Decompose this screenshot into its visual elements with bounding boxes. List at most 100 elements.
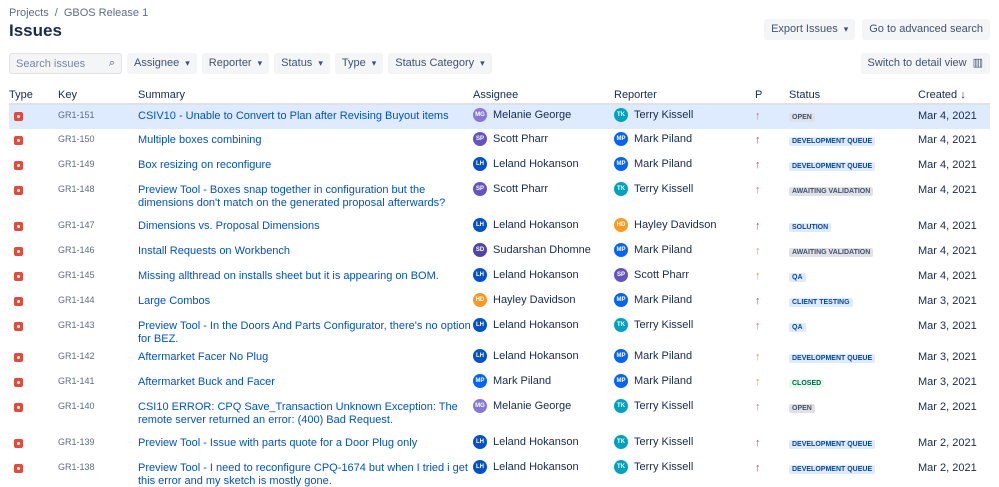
status-category-filter[interactable]: Status Category ▾ [388,53,492,74]
status-badge: DEVELOPMENT QUEUE [789,162,876,171]
status-badge: DEVELOPMENT QUEUE [789,137,876,146]
created-date: Mar 3, 2021 [918,320,977,332]
bug-icon [14,161,23,170]
issue-summary-link[interactable]: CSI10 ERROR: CPQ Save_Transaction Unknow… [138,401,458,426]
issue-summary-link[interactable]: Preview Tool - I need to reconfigure CPQ… [138,462,468,487]
created-date: Mar 3, 2021 [918,351,977,363]
advanced-search-button[interactable]: Go to advanced search [862,19,990,40]
issue-summary-link[interactable]: Preview Tool - Issue with parts quote fo… [138,437,417,449]
table-row[interactable]: GR1-151 CSIV10 - Unable to Convert to Pl… [9,104,990,129]
priority-arrow-up-icon: ↑ [755,270,761,282]
table-row[interactable]: GR1-148 Preview Tool - Boxes snap togeth… [9,179,990,215]
issue-summary-link[interactable]: Large Combos [138,295,210,307]
assignee-name: Sudarshan Dhomne [493,244,591,256]
issue-summary-link[interactable]: Aftermarket Buck and Facer [138,376,275,388]
created-date: Mar 4, 2021 [918,245,977,257]
created-date: Mar 2, 2021 [918,437,977,449]
col-key[interactable]: Key [58,86,138,105]
issue-summary-link[interactable]: Preview Tool - In the Doors And Parts Co… [138,320,471,345]
assignee-cell: MP Mark Piland [473,374,614,388]
table-row[interactable]: GR1-140 CSI10 ERROR: CPQ Save_Transactio… [9,396,990,432]
assignee-cell: LH Leland Hokanson [473,268,614,282]
created-date: Mar 4, 2021 [918,270,977,282]
switch-detail-view-button[interactable]: Switch to detail view ▥ [860,53,990,74]
issue-summary-link[interactable]: Aftermarket Facer No Plug [138,351,268,363]
assignee-cell: MG Melanie George [473,108,614,122]
table-row[interactable]: GR1-141 Aftermarket Buck and Facer MP Ma… [9,371,990,396]
assignee-cell: MG Melanie George [473,399,614,413]
issue-key[interactable]: GR1-151 [58,105,138,120]
col-status[interactable]: Status [789,86,918,105]
status-category-filter-label: Status Category [395,57,475,69]
issue-key[interactable]: GR1-144 [58,290,138,305]
issue-summary-link[interactable]: Box resizing on reconfigure [138,159,271,171]
assignee-filter[interactable]: Assignee ▾ [127,53,197,74]
issue-summary-link[interactable]: Install Requests on Workbench [138,245,290,257]
bug-icon [14,136,23,145]
assignee-name: Scott Pharr [493,133,549,145]
col-type[interactable]: Type [9,86,58,105]
col-created[interactable]: Created ↓ [918,86,990,105]
issue-key[interactable]: GR1-146 [58,240,138,255]
col-summary[interactable]: Summary [138,86,473,105]
reporter-cell: MP Mark Piland [614,349,755,363]
priority-arrow-up-icon: ↑ [755,462,761,474]
reporter-filter[interactable]: Reporter ▾ [201,53,270,74]
issue-summary-link[interactable]: Dimensions vs. Proposal Dimensions [138,220,320,232]
table-row[interactable]: GR1-149 Box resizing on reconfigure LH L… [9,154,990,179]
assignee-cell: HD Hayley Davidson [473,293,614,307]
col-reporter[interactable]: Reporter [614,86,755,105]
avatar: TK [614,460,628,474]
issue-key[interactable]: GR1-141 [58,371,138,386]
avatar: MP [614,243,628,257]
table-row[interactable]: GR1-147 Dimensions vs. Proposal Dimensio… [9,215,990,240]
reporter-name: Terry Kissell [634,400,694,412]
search-icon[interactable]: ⌕ [109,57,115,70]
assignee-name: Melanie George [493,400,572,412]
bug-icon [14,186,23,195]
assignee-name: Melanie George [493,109,572,121]
issue-key[interactable]: GR1-145 [58,265,138,280]
issue-summary-link[interactable]: CSIV10 - Unable to Convert to Plan after… [138,110,449,122]
table-row[interactable]: GR1-146 Install Requests on Workbench SD… [9,240,990,265]
table-row[interactable]: GR1-138 Preview Tool - I need to reconfi… [9,457,990,487]
reporter-cell: TK Terry Kissell [614,318,755,332]
issue-key[interactable]: GR1-139 [58,432,138,447]
status-filter[interactable]: Status ▾ [274,53,330,74]
issue-key[interactable]: GR1-142 [58,346,138,361]
issue-key[interactable]: GR1-149 [58,154,138,169]
search-input[interactable] [16,57,102,70]
type-filter[interactable]: Type ▾ [334,53,384,74]
table-row[interactable]: GR1-150 Multiple boxes combining SP Scot… [9,129,990,154]
table-row[interactable]: GR1-145 Missing allthread on installs sh… [9,265,990,290]
issue-key[interactable]: GR1-138 [58,457,138,472]
bug-icon [14,403,23,412]
breadcrumb-separator: / [54,7,58,19]
created-date: Mar 3, 2021 [918,295,977,307]
col-priority[interactable]: P [755,86,789,105]
table-row[interactable]: GR1-143 Preview Tool - In the Doors And … [9,315,990,346]
priority-arrow-up-icon: ↑ [755,110,761,122]
detail-view-icon: ▥ [972,57,983,69]
issue-summary-link[interactable]: Preview Tool - Boxes snap together in co… [138,184,445,209]
issue-summary-link[interactable]: Multiple boxes combining [138,134,262,146]
issue-key[interactable]: GR1-147 [58,215,138,230]
issue-key[interactable]: GR1-140 [58,396,138,411]
issue-key[interactable]: GR1-150 [58,129,138,144]
table-row[interactable]: GR1-144 Large Combos HD Hayley Davidson … [9,290,990,315]
table-row[interactable]: GR1-142 Aftermarket Facer No Plug LH Lel… [9,346,990,371]
assignee-cell: LH Leland Hokanson [473,349,614,363]
col-assignee[interactable]: Assignee [473,86,614,105]
reporter-cell: HD Hayley Davidson [614,218,755,232]
breadcrumb-release[interactable]: GBOS Release 1 [64,7,148,19]
reporter-cell: MP Mark Piland [614,157,755,171]
issue-key[interactable]: GR1-143 [58,315,138,330]
avatar: MG [473,399,487,413]
issue-summary-link[interactable]: Missing allthread on installs sheet but … [138,270,439,282]
table-row[interactable]: GR1-139 Preview Tool - Issue with parts … [9,432,990,457]
export-issues-button[interactable]: Export Issues ▾ [764,19,856,40]
priority-arrow-up-icon: ↑ [755,220,761,232]
breadcrumb-projects[interactable]: Projects [9,7,49,19]
reporter-cell: MP Mark Piland [614,132,755,146]
issue-key[interactable]: GR1-148 [58,179,138,194]
